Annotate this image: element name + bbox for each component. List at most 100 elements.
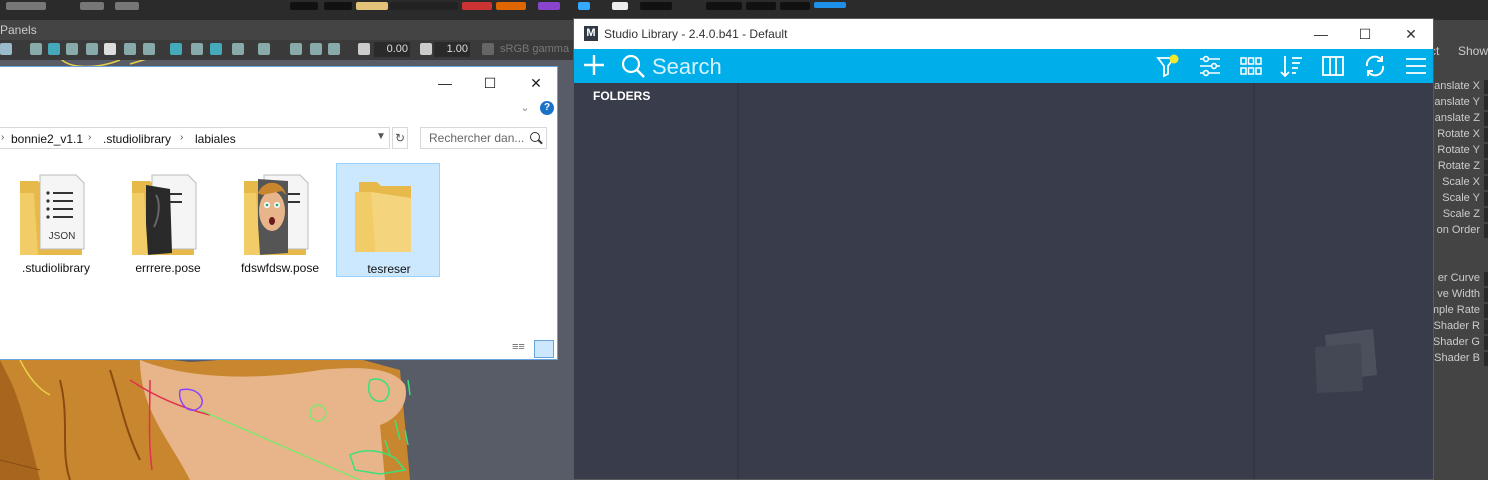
attribute-value-field[interactable] <box>1484 336 1488 350</box>
textured-icon[interactable] <box>86 43 98 55</box>
attribute-value-field[interactable] <box>1484 192 1488 206</box>
safe-action-icon[interactable] <box>310 43 322 55</box>
attr-header-left[interactable]: ct <box>1434 44 1439 58</box>
filter-icon[interactable] <box>1156 54 1180 78</box>
attribute-value-field[interactable] <box>1484 224 1488 238</box>
sync-icon[interactable] <box>1363 54 1387 78</box>
shelf-tool-icon[interactable] <box>115 2 139 10</box>
breadcrumb-item[interactable]: .studiolibrary <box>103 132 171 146</box>
file-tile-selected[interactable]: tesreser <box>336 163 440 277</box>
attribute-value-field[interactable] <box>1484 80 1488 94</box>
address-bar[interactable]: › bonnie2_v1.1 › .studiolibrary › labial… <box>0 127 390 149</box>
file-tile[interactable]: fdswfdsw.pose <box>228 163 332 277</box>
attribute-value-field[interactable] <box>1484 272 1488 286</box>
shelf-tot2-button[interactable] <box>780 2 810 10</box>
breadcrumb-item[interactable]: labiales <box>195 132 236 146</box>
attribute-value-field[interactable] <box>1484 144 1488 158</box>
search-icon[interactable] <box>620 53 646 79</box>
shelf-mat-button[interactable] <box>640 2 672 10</box>
sort-icon[interactable] <box>1280 54 1304 78</box>
chevron-down-icon[interactable]: ▼ <box>376 131 386 142</box>
shelf-tot1-button[interactable] <box>746 2 776 10</box>
file-explorer-window: — ☐ ✕ ⌄ ? › bonnie2_v1.1 › .studiolibrar… <box>0 66 558 360</box>
expand-ribbon-icon[interactable]: ⌄ <box>518 101 532 115</box>
xray-joints-icon[interactable] <box>210 43 222 55</box>
exposure-icon[interactable] <box>358 43 370 55</box>
exposure-field[interactable]: 0.00 <box>374 42 410 57</box>
minimize-icon[interactable]: — <box>435 75 455 91</box>
wireframe-icon[interactable] <box>30 43 42 55</box>
attribute-value-field[interactable] <box>1484 288 1488 302</box>
explorer-search-input[interactable]: Rechercher dan... <box>420 127 547 149</box>
shelf-red-button[interactable] <box>462 2 492 10</box>
studio-toolbar: Search <box>574 49 1433 83</box>
shelf-active-button[interactable] <box>814 2 846 8</box>
ao-icon[interactable] <box>143 43 155 55</box>
attribute-value-field[interactable] <box>1484 304 1488 318</box>
studio-search-input[interactable]: Search <box>652 54 722 80</box>
minimize-icon[interactable]: — <box>1310 25 1332 43</box>
attribute-label: ve Width <box>1437 288 1480 300</box>
layout-panes-icon[interactable] <box>1321 54 1345 78</box>
shelf-mask-button[interactable] <box>706 2 742 10</box>
maximize-icon[interactable]: ☐ <box>480 75 500 91</box>
attribute-value-field[interactable] <box>1484 160 1488 174</box>
attribute-value-field[interactable] <box>1484 352 1488 366</box>
file-name: .studiolibrary <box>21 261 91 275</box>
shelf-purple-button[interactable] <box>538 2 560 10</box>
shelf-cr-button[interactable] <box>324 2 352 10</box>
shelf-fk-button[interactable] <box>290 2 318 10</box>
grid-icon[interactable] <box>258 43 270 55</box>
attribute-value-field[interactable] <box>1484 96 1488 110</box>
items-pane[interactable] <box>739 83 1253 479</box>
add-icon[interactable] <box>582 53 606 77</box>
camera-icon[interactable] <box>0 43 12 55</box>
title-bar[interactable]: M Studio Library - 2.4.0.b41 - Default —… <box>574 19 1433 49</box>
field-chart-icon[interactable] <box>328 43 340 55</box>
folders-pane[interactable]: FOLDERS <box>574 83 737 479</box>
attribute-label: anslate Y <box>1434 96 1480 108</box>
wireframe-on-shaded-icon[interactable] <box>66 43 78 55</box>
grid-view-icon[interactable] <box>1239 54 1263 78</box>
show-menu[interactable]: Show <box>1458 44 1488 58</box>
gamma-icon[interactable] <box>420 43 432 55</box>
close-icon[interactable]: ✕ <box>526 75 546 91</box>
file-tile[interactable]: errrere.pose <box>116 163 220 277</box>
help-icon[interactable]: ? <box>540 101 554 115</box>
shaded-icon[interactable] <box>48 43 60 55</box>
menu-icon[interactable] <box>1404 54 1428 78</box>
shelf-bref-button[interactable] <box>390 2 458 10</box>
large-icons-view-icon[interactable] <box>534 340 554 358</box>
isolate-icon[interactable] <box>170 43 182 55</box>
attribute-value-field[interactable] <box>1484 128 1488 142</box>
resolution-gate-icon[interactable] <box>232 43 244 55</box>
details-view-icon[interactable]: ≡≡ <box>512 341 530 357</box>
maximize-icon[interactable]: ☐ <box>1354 25 1376 43</box>
panels-menu[interactable]: Panels <box>0 23 37 37</box>
file-tile[interactable]: JSON .studiolibrary <box>4 163 108 277</box>
gamma-field[interactable]: 1.00 <box>434 42 470 57</box>
film-gate-icon[interactable] <box>290 43 302 55</box>
shelf-tween-button[interactable] <box>356 2 388 10</box>
attribute-value-field[interactable] <box>1484 208 1488 222</box>
attribute-value-field[interactable] <box>1484 176 1488 190</box>
attribute-label: Rotate Y <box>1437 144 1480 156</box>
close-icon[interactable]: ✕ <box>1400 25 1422 43</box>
shelf-tool-icon[interactable] <box>80 2 104 10</box>
shelf-white-button[interactable] <box>612 2 628 10</box>
attribute-value-field[interactable] <box>1484 112 1488 126</box>
shelf-orange-button[interactable] <box>496 2 526 10</box>
refresh-icon[interactable]: ↻ <box>392 127 408 149</box>
color-management-icon[interactable] <box>482 43 494 55</box>
view-transform-label[interactable]: sRGB gamma <box>500 43 569 55</box>
shelf-blue-button[interactable] <box>578 2 590 10</box>
lighting-icon[interactable] <box>104 43 116 55</box>
shelf-tool-icon[interactable] <box>6 2 46 10</box>
shadows-icon[interactable] <box>124 43 136 55</box>
breadcrumb-item[interactable]: bonnie2_v1.1 <box>11 132 83 146</box>
file-name: tesreser <box>367 262 411 276</box>
attribute-value-field[interactable] <box>1484 320 1488 334</box>
settings-sliders-icon[interactable] <box>1198 54 1222 78</box>
xray-icon[interactable] <box>191 43 203 55</box>
svg-text:JSON: JSON <box>49 231 76 242</box>
